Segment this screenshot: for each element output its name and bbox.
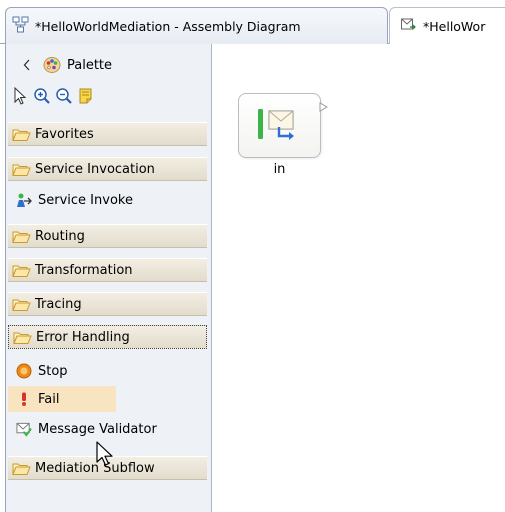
entry-label: Fail	[38, 391, 60, 407]
drawer-label: Service Invocation	[35, 161, 155, 177]
tab-label: *HelloWorldMediation - Assembly Diagram	[35, 18, 301, 34]
palette-panel: Palette Favorites Service Invocation Ser…	[5, 44, 212, 512]
tab-assembly-diagram[interactable]: *HelloWorldMediation - Assembly Diagram	[5, 7, 388, 44]
drawer-transformation[interactable]: Transformation	[8, 258, 207, 282]
diagram-canvas[interactable]: in	[212, 44, 505, 512]
palette-toolbar	[10, 81, 96, 111]
drawer-label: Routing	[35, 228, 85, 244]
entry-label: Stop	[38, 363, 68, 379]
fail-icon	[16, 391, 32, 407]
drawer-label: Error Handling	[36, 329, 130, 345]
folder-open-icon	[13, 330, 32, 345]
input-node[interactable]	[238, 93, 321, 158]
drawer-error-handling[interactable]: Error Handling	[8, 325, 207, 349]
folder-open-icon	[12, 297, 31, 312]
drawer-label: Tracing	[35, 296, 82, 312]
note-icon[interactable]	[76, 86, 96, 106]
palette-entry-service-invoke[interactable]: Service Invoke	[8, 187, 207, 213]
palette-header[interactable]: Palette	[6, 52, 211, 78]
assembly-diagram-icon	[12, 16, 29, 36]
node-label: in	[273, 162, 286, 177]
palette-title: Palette	[67, 57, 113, 73]
folder-open-icon	[12, 229, 31, 244]
palette-entry-fail[interactable]: Fail	[8, 386, 116, 412]
drawer-tracing[interactable]: Tracing	[8, 292, 207, 316]
mediation-flow-icon	[400, 16, 417, 36]
output-terminal-icon[interactable]	[319, 102, 329, 112]
zoom-out-icon[interactable]	[54, 86, 74, 106]
message-validator-icon	[16, 421, 32, 437]
drawer-favorites[interactable]: Favorites	[8, 122, 207, 146]
palette-entry-stop[interactable]: Stop	[8, 358, 207, 384]
zoom-in-icon[interactable]	[32, 86, 52, 106]
drawer-label: Favorites	[35, 126, 94, 142]
tab-mediation-flow[interactable]: *HelloWor	[389, 7, 505, 44]
drawer-label: Transformation	[35, 262, 133, 278]
palette-icon	[43, 56, 61, 74]
chevron-left-icon[interactable]	[21, 58, 33, 72]
folder-open-icon	[12, 162, 31, 177]
entry-label: Service Invoke	[38, 192, 133, 208]
select-tool-icon[interactable]	[10, 86, 30, 106]
palette-entry-message-validator[interactable]: Message Validator	[8, 416, 207, 442]
drawer-service-invocation[interactable]: Service Invocation	[8, 157, 207, 181]
input-node-icon	[258, 109, 294, 140]
entry-label: Message Validator	[38, 421, 157, 437]
service-invoke-icon	[16, 192, 32, 208]
folder-open-icon	[12, 263, 31, 278]
stop-icon	[16, 363, 32, 379]
folder-open-icon	[12, 461, 31, 476]
editor-tab-strip: *HelloWorldMediation - Assembly Diagram …	[0, 0, 505, 44]
folder-open-icon	[12, 127, 31, 142]
window: *HelloWorldMediation - Assembly Diagram …	[0, 0, 505, 512]
tab-label: *HelloWor	[423, 18, 486, 34]
mouse-pointer-icon	[96, 441, 113, 466]
drawer-routing[interactable]: Routing	[8, 224, 207, 248]
